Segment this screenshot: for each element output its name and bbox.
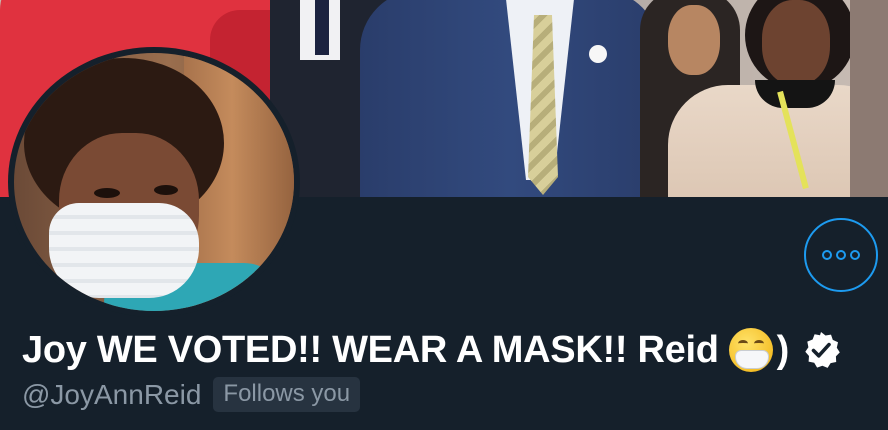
face-with-medical-mask-icon — [728, 328, 773, 372]
more-button[interactable] — [804, 218, 878, 292]
display-name-suffix: ) — [776, 328, 790, 371]
avatar-detail — [49, 203, 199, 298]
banner-figure — [762, 0, 830, 85]
follows-you-badge: Follows you — [213, 377, 361, 412]
profile-name-row: Joy WE VOTED!! WEAR A MASK!! Reid ) — [22, 328, 841, 372]
avatar-detail — [154, 185, 178, 195]
dot — [836, 250, 846, 260]
banner-figure — [315, 0, 329, 55]
dot — [850, 250, 860, 260]
banner-figure — [668, 5, 720, 75]
verified-badge-icon — [805, 332, 841, 368]
avatar-detail — [94, 188, 120, 198]
banner-figure — [589, 45, 607, 63]
profile-handle-row: @JoyAnnReid Follows you — [22, 377, 361, 412]
profile-avatar[interactable] — [8, 47, 300, 317]
avatar-photo — [14, 53, 294, 311]
display-name: Joy WE VOTED!! WEAR A MASK!! Reid — [22, 328, 719, 371]
dot — [822, 250, 832, 260]
profile-header: Joy WE VOTED!! WEAR A MASK!! Reid ) @Joy… — [0, 0, 888, 430]
user-handle: @JoyAnnReid — [22, 378, 202, 410]
more-dots-icon — [822, 250, 860, 260]
banner-figure — [850, 0, 888, 197]
